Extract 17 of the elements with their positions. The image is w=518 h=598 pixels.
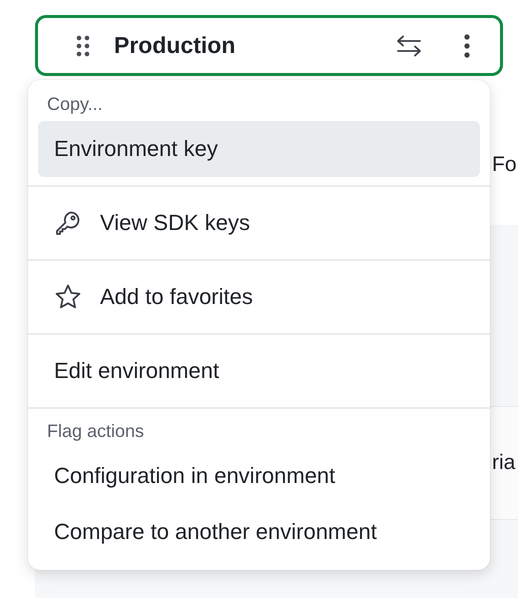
key-icon bbox=[54, 209, 82, 237]
menu-item[interactable]: Configuration in environment bbox=[38, 448, 480, 504]
menu-item[interactable]: Add to favorites bbox=[38, 269, 480, 325]
swap-arrows-icon[interactable] bbox=[396, 34, 422, 56]
row-text: ria bbox=[492, 451, 516, 475]
menu-item[interactable]: Environment key bbox=[38, 121, 480, 177]
section-heading: Copy... bbox=[46, 93, 104, 116]
environment-title: Production bbox=[114, 32, 236, 59]
star-icon bbox=[54, 283, 82, 311]
menu-item[interactable]: View SDK keys bbox=[38, 195, 480, 251]
more-options-icon[interactable] bbox=[464, 34, 470, 58]
section-heading: Flag actions bbox=[46, 420, 146, 443]
menu-item[interactable]: Edit environment bbox=[38, 343, 480, 399]
environment-header[interactable]: Production bbox=[35, 15, 503, 76]
heading-text: Fo bbox=[492, 153, 517, 177]
menu-item[interactable]: Compare to another environment bbox=[38, 504, 480, 560]
drag-handle-icon[interactable] bbox=[76, 34, 90, 56]
